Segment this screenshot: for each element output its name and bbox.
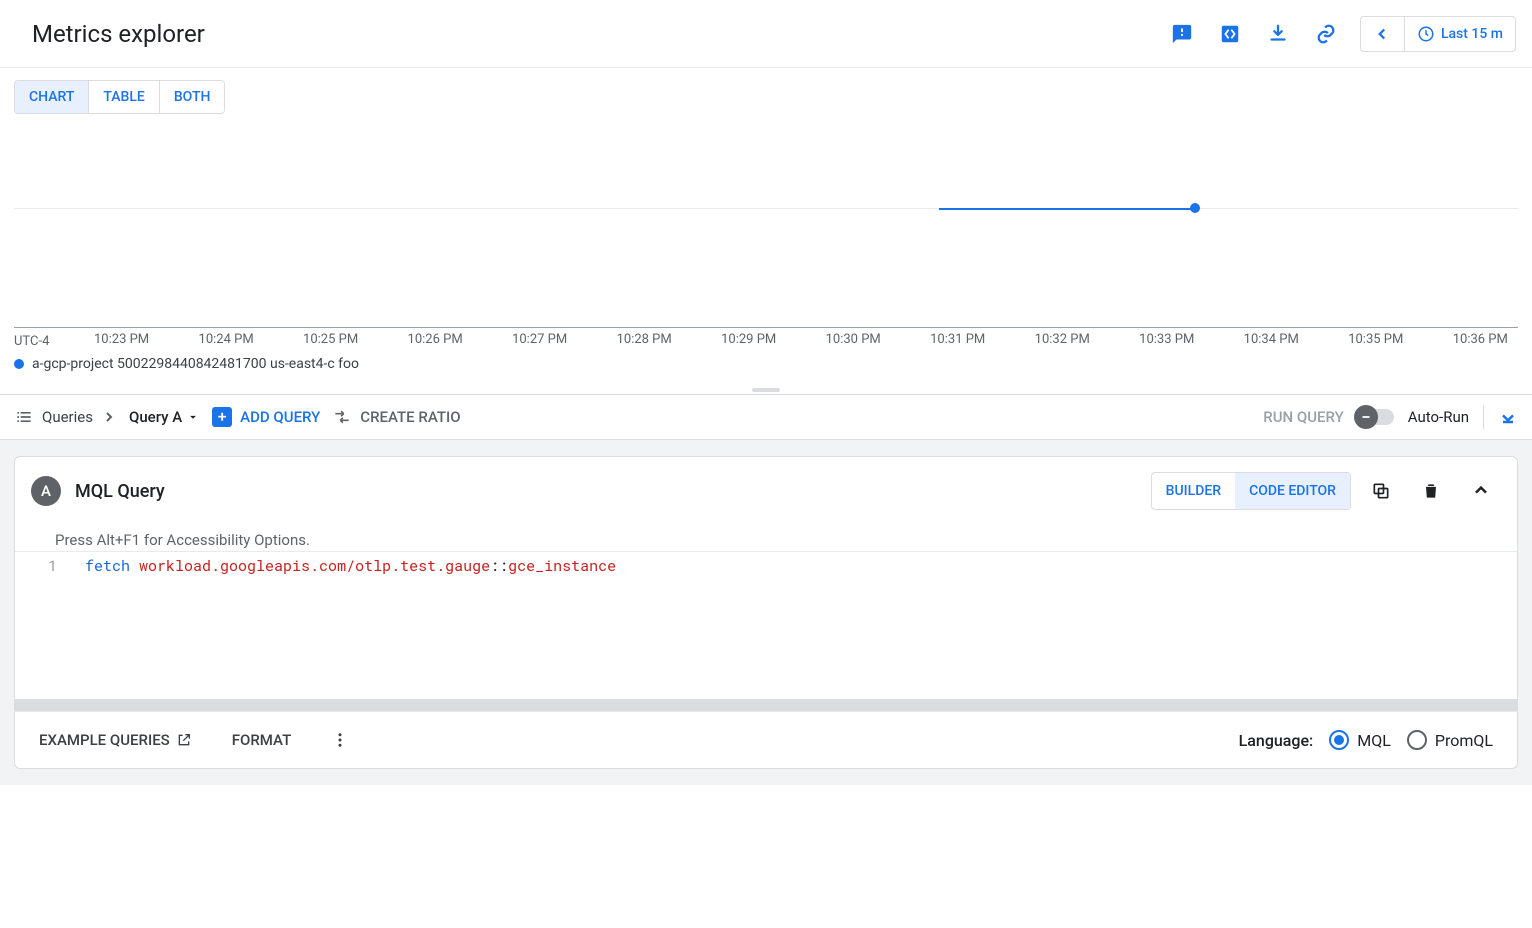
plus-icon: +	[212, 407, 232, 427]
panel-title: MQL Query	[75, 481, 165, 502]
series-line	[939, 208, 1195, 210]
code-metric: workload.googleapis.com/otlp.test.gauge	[139, 556, 490, 576]
run-query-button[interactable]: RUN QUERY	[1263, 408, 1344, 426]
chevron-right-icon	[101, 409, 117, 425]
chart-area[interactable]: 6 5 4 UTC-4 10:23 PM 10:24 PM 10:25 PM 1…	[0, 88, 1532, 348]
panel-header: A MQL Query BUILDER CODE EDITOR	[15, 457, 1517, 525]
download-icon[interactable]	[1256, 12, 1300, 56]
code-view-icon[interactable]	[1208, 12, 1252, 56]
query-panel-area: A MQL Query BUILDER CODE EDITOR Press	[0, 440, 1532, 785]
x-tick: 10:28 PM	[617, 332, 672, 347]
time-range-text: Last 15 m	[1441, 26, 1503, 42]
x-tick: 10:25 PM	[303, 332, 358, 347]
queries-breadcrumb[interactable]: Queries	[14, 407, 117, 427]
promql-label: PromQL	[1435, 731, 1493, 750]
series-point	[1190, 203, 1200, 213]
page-title: Metrics explorer	[32, 20, 205, 48]
collapse-query-icon[interactable]	[1461, 471, 1501, 511]
query-toolbar-right: RUN QUERY Auto-Run	[1263, 405, 1518, 429]
resize-handle[interactable]	[0, 386, 1532, 394]
add-query-button[interactable]: + ADD QUERY	[212, 407, 320, 427]
editor-scrollbar[interactable]	[15, 699, 1517, 711]
auto-run-label: Auto-Run	[1408, 408, 1469, 426]
query-toolbar-left: Queries Query A + ADD QUERY CREATE RATIO	[14, 407, 461, 427]
header: Metrics explorer Last 15 m	[0, 0, 1532, 68]
x-tick: 10:35 PM	[1348, 332, 1403, 347]
external-link-icon	[176, 732, 192, 748]
x-tick: 10:32 PM	[1035, 332, 1090, 347]
panel-header-right: BUILDER CODE EDITOR	[1151, 471, 1501, 511]
language-mql-option[interactable]: MQL	[1329, 730, 1391, 750]
code-editor[interactable]: 1 fetch workload.googleapis.com/otlp.tes…	[15, 551, 1517, 711]
timezone-label: UTC-4	[14, 334, 49, 349]
panel-footer-right: Language: MQL PromQL	[1239, 730, 1493, 750]
code-editor-mode-button[interactable]: CODE EDITOR	[1235, 473, 1350, 509]
delete-icon[interactable]	[1411, 471, 1451, 511]
divider	[1483, 405, 1484, 429]
x-tick: 10:27 PM	[512, 332, 567, 347]
editor-mode-group: BUILDER CODE EDITOR	[1151, 472, 1351, 510]
radio-checked-icon	[1329, 730, 1349, 750]
collapse-panel-icon[interactable]	[1498, 407, 1518, 427]
code-line: fetch workload.googleapis.com/otlp.test.…	[75, 552, 626, 711]
time-back-button[interactable]	[1361, 17, 1405, 51]
language-label: Language:	[1239, 731, 1314, 750]
link-icon[interactable]	[1304, 12, 1348, 56]
query-badge: A	[31, 476, 61, 506]
x-tick: 10:31 PM	[930, 332, 985, 347]
feedback-icon[interactable]	[1160, 12, 1204, 56]
mql-label: MQL	[1357, 731, 1391, 750]
header-actions: Last 15 m	[1160, 12, 1516, 56]
more-options-icon[interactable]	[331, 731, 349, 749]
create-ratio-label: CREATE RATIO	[360, 408, 460, 426]
legend-color-dot	[14, 359, 24, 369]
accessibility-hint: Press Alt+F1 for Accessibility Options.	[15, 525, 1517, 551]
ratio-icon	[332, 407, 352, 427]
code-keyword: fetch	[85, 556, 130, 576]
add-query-label: ADD QUERY	[240, 408, 320, 426]
legend-label: a-gcp-project 5002298440842481700 us-eas…	[32, 356, 359, 372]
language-promql-option[interactable]: PromQL	[1407, 730, 1493, 750]
format-button[interactable]: FORMAT	[232, 731, 291, 749]
list-icon	[14, 407, 34, 427]
x-tick: 10:33 PM	[1139, 332, 1194, 347]
code-resource: gce_instance	[508, 556, 616, 576]
queries-label-text: Queries	[42, 408, 93, 426]
example-queries-label: EXAMPLE QUERIES	[39, 731, 170, 749]
query-toolbar: Queries Query A + ADD QUERY CREATE RATIO…	[0, 394, 1532, 440]
x-tick: 10:34 PM	[1244, 332, 1299, 347]
panel-footer-left: EXAMPLE QUERIES FORMAT	[39, 731, 349, 749]
example-queries-button[interactable]: EXAMPLE QUERIES	[39, 731, 192, 749]
x-tick: 10:24 PM	[199, 332, 254, 347]
chart-legend[interactable]: a-gcp-project 5002298440842481700 us-eas…	[0, 348, 1532, 386]
x-tick: 10:29 PM	[721, 332, 776, 347]
x-axis-labels: 10:23 PM 10:24 PM 10:25 PM 10:26 PM 10:2…	[94, 328, 1518, 347]
query-selector[interactable]: Query A	[129, 408, 200, 426]
builder-mode-button[interactable]: BUILDER	[1152, 473, 1235, 509]
chart-plot: 6 5 4 UTC-4	[14, 88, 1518, 328]
line-gutter: 1	[15, 552, 75, 711]
x-tick: 10:23 PM	[94, 332, 149, 347]
panel-footer: EXAMPLE QUERIES FORMAT Language: MQL Pro…	[15, 711, 1517, 768]
current-query-label: Query A	[129, 408, 182, 426]
time-range-group: Last 15 m	[1360, 16, 1516, 52]
copy-icon[interactable]	[1361, 471, 1401, 511]
line-number: 1	[48, 556, 57, 576]
caret-down-icon	[186, 410, 200, 424]
create-ratio-button[interactable]: CREATE RATIO	[332, 407, 460, 427]
query-panel: A MQL Query BUILDER CODE EDITOR Press	[14, 456, 1518, 769]
x-tick: 10:26 PM	[408, 332, 463, 347]
code-sep: ::	[490, 556, 508, 576]
toggle-knob	[1354, 405, 1378, 429]
x-tick: 10:30 PM	[826, 332, 881, 347]
panel-header-left: A MQL Query	[31, 476, 165, 506]
grid-line	[14, 208, 1518, 209]
radio-unchecked-icon	[1407, 730, 1427, 750]
x-tick: 10:36 PM	[1453, 332, 1508, 347]
time-range-button[interactable]: Last 15 m	[1405, 25, 1515, 43]
auto-run-toggle[interactable]	[1358, 409, 1394, 425]
